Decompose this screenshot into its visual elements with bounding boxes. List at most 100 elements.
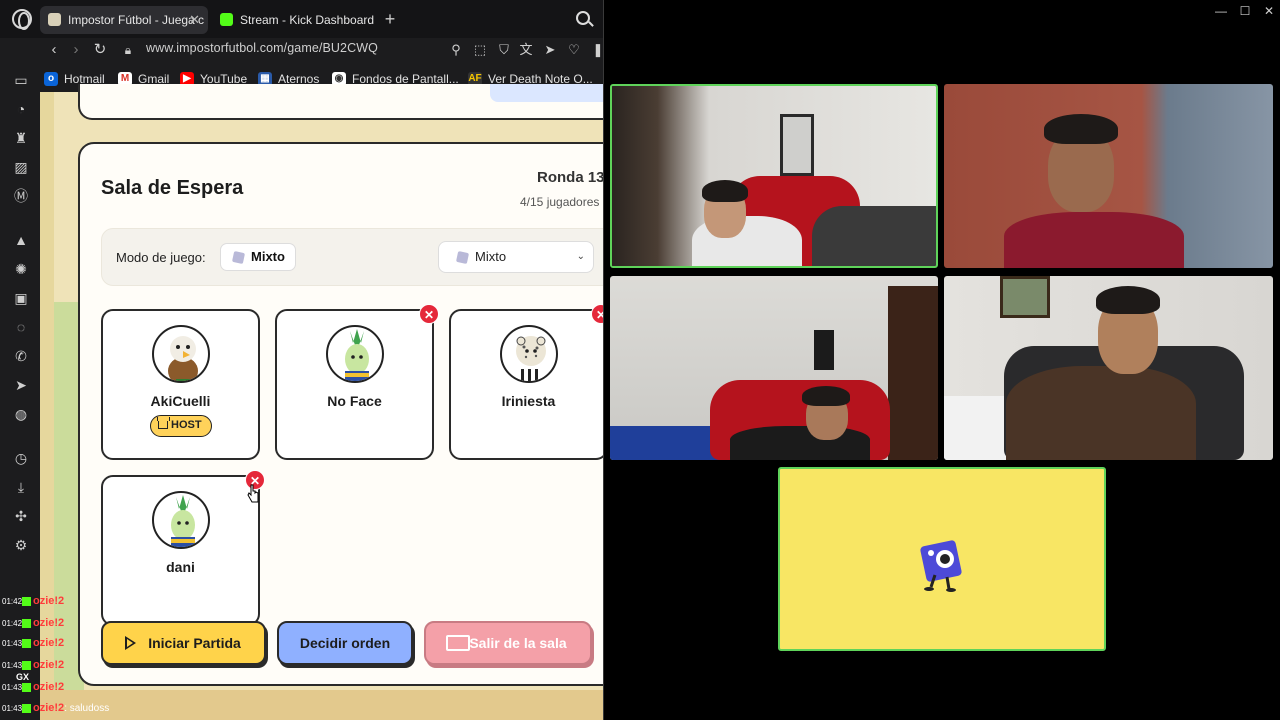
kick-icon [22, 597, 31, 607]
dice-icon [231, 250, 246, 265]
leek-avatar-icon [171, 495, 195, 547]
messenger-icon[interactable]: ◌ [13, 319, 29, 335]
settings-gear-icon[interactable]: ⚙ [13, 537, 29, 553]
eagle-avatar [152, 325, 210, 383]
leopard-avatar [500, 325, 558, 383]
telegram-icon[interactable]: ➤ [13, 377, 29, 393]
kick-icon [22, 661, 31, 671]
game-mode-select[interactable]: Mixto ⌄ [438, 241, 594, 273]
wall-picture [1000, 276, 1050, 318]
maximize-icon[interactable]: ☐ [1238, 4, 1252, 18]
pin-icon[interactable]: ⚲ [448, 42, 464, 58]
mosaic-icon[interactable]: ▨ [13, 159, 29, 175]
kick-player-button[interactable]: ✕ [419, 304, 439, 324]
leek-avatar [152, 491, 210, 549]
chat-message: 01:43 ozie!2: saludoss [2, 702, 110, 714]
page-title: Sala de Espera [101, 177, 244, 199]
aria-icon[interactable]: ▲ [13, 232, 29, 248]
close-window-icon[interactable]: ✕ [1262, 4, 1276, 18]
video-tile[interactable] [610, 276, 938, 460]
game-mode-chip: Mixto [220, 243, 296, 271]
person-body [730, 426, 870, 460]
play-icon [125, 636, 158, 650]
downloads-icon[interactable]: ⤓ [13, 479, 29, 495]
tab-kick-dashboard[interactable]: Stream - Kick Dashboard [212, 6, 376, 34]
players-count: 4/15 jugadores [520, 195, 600, 209]
chat-message: 01:42 ozie!2 [2, 595, 65, 607]
leek-avatar [326, 325, 384, 383]
speed-dial-icon[interactable]: ◔ [13, 101, 29, 117]
door [888, 286, 938, 460]
address-bar: ‹ › ↻ 🔒︎ www.impostorfutbol.com/game/BU2… [38, 38, 604, 62]
outlook-icon: o [44, 72, 58, 86]
back-icon[interactable]: ‹ [44, 40, 64, 60]
leek-avatar-icon [345, 329, 369, 381]
chat-message: 01:42 ozie!2 [2, 617, 65, 629]
chat-message: 01:43 ozie!2 [2, 681, 65, 693]
whatsapp-icon[interactable]: ✆ [13, 348, 29, 364]
snapshot-icon[interactable]: ⬚ [472, 42, 488, 58]
reload-icon[interactable]: ↻ [90, 40, 110, 60]
bed [610, 426, 720, 460]
player-card: No Face [275, 309, 434, 460]
decide-order-button[interactable]: Decidir orden [277, 621, 413, 665]
kick-icon [22, 619, 31, 629]
video-tile[interactable] [610, 84, 938, 268]
blanket [812, 206, 936, 266]
player-card: Iriniesta [449, 309, 603, 460]
game-icon[interactable]: ▭ [13, 72, 29, 88]
round-label: Ronda 13 [537, 169, 604, 186]
video-tile[interactable] [944, 276, 1273, 460]
tab-bar: Impostor Fútbol - Juega c ✕ Stream - Kic… [0, 0, 603, 38]
twitch-icon[interactable]: ▣ [13, 290, 29, 306]
browser-sidebar: ▭ ◔ ♜ ▨ Ⓜ ▲ ✺ ▣ ◌ ✆ ➤ ◍ ◷ ⤓ ✣ ⚙ [0, 62, 40, 592]
lock-icon[interactable]: 🔒︎ [118, 40, 138, 60]
send-icon[interactable]: ➤ [542, 42, 558, 58]
kick-favicon-icon [220, 13, 233, 26]
opera-logo-icon[interactable] [12, 9, 32, 30]
wall-frame [814, 330, 834, 370]
video-tile-camera-off[interactable] [778, 467, 1106, 651]
tab-impostor-futbol[interactable]: Impostor Fútbol - Juega c ✕ [40, 6, 208, 34]
dice-icon [455, 250, 470, 265]
door-icon [446, 635, 470, 651]
person-body [1006, 366, 1196, 460]
leopard-avatar-icon [516, 336, 546, 381]
shield-icon[interactable]: ⛉ [496, 42, 512, 58]
background-illustration [40, 690, 603, 720]
previous-panel [78, 84, 603, 120]
close-tab-icon[interactable]: ✕ [189, 6, 200, 34]
bag-icon[interactable]: ♜ [13, 130, 29, 146]
search-tabs-icon[interactable] [576, 11, 590, 25]
stream-chat-overlay: 01:42 ozie!2 01:42 ozie!2 01:43 ozie!2 01:4… [0, 590, 109, 720]
waiting-room-panel: Sala de Espera Ronda 13 4/15 jugadores M… [78, 142, 604, 686]
host-badge: HOST [150, 415, 212, 437]
person-hair [1096, 286, 1160, 314]
translate-icon[interactable]: 文 [518, 42, 534, 58]
extensions-icon[interactable]: ❚ [590, 42, 603, 58]
chevron-down-icon: ⌄ [576, 251, 585, 262]
m-app-icon[interactable]: Ⓜ [13, 188, 29, 204]
new-tab-button[interactable]: + [380, 8, 400, 30]
previous-panel-button[interactable] [490, 84, 603, 102]
history-icon[interactable]: ◷ [13, 450, 29, 466]
game-mode-bar: Modo de juego: Mixto Mixto ⌄ [101, 228, 603, 286]
url-field[interactable]: www.impostorfutbol.com/game/BU2CWQ [146, 41, 378, 55]
extensions-puzzle-icon[interactable]: ✣ [13, 508, 29, 524]
eagle-avatar-icon [168, 336, 198, 381]
kick-player-button[interactable]: ✕ [591, 304, 603, 324]
video-tile[interactable] [944, 84, 1273, 268]
heart-icon[interactable]: ♡ [566, 42, 582, 58]
leave-room-button[interactable]: Salir de la sala [424, 621, 592, 665]
player-name: No Face [327, 393, 382, 409]
player-name: Iriniesta [501, 393, 556, 409]
cube-mascot-icon [920, 540, 962, 592]
player-name: AkiCuelli [150, 393, 211, 409]
hand-cursor-icon [247, 484, 259, 503]
minimize-icon[interactable]: — [1214, 4, 1228, 18]
game-mode-label: Modo de juego: [116, 250, 206, 265]
chatgpt-icon[interactable]: ✺ [13, 261, 29, 277]
start-game-button[interactable]: Iniciar Partida [101, 621, 266, 665]
forward-icon[interactable]: › [66, 40, 86, 60]
discord-icon[interactable]: ◍ [13, 406, 29, 422]
